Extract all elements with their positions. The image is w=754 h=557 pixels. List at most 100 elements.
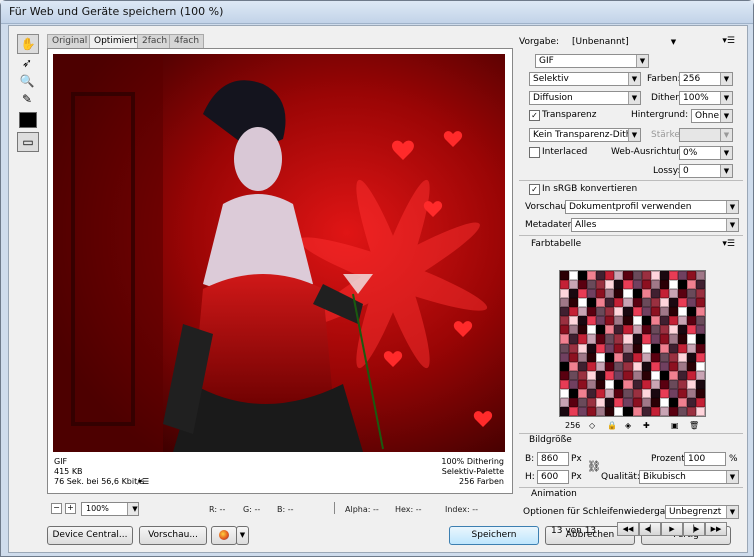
color-swatch[interactable] <box>641 316 651 326</box>
color-swatch[interactable] <box>641 379 651 389</box>
toggle-slices-icon[interactable]: ▭ <box>17 132 39 152</box>
width-input[interactable]: 860 <box>537 452 569 466</box>
color-swatch[interactable] <box>650 298 660 308</box>
color-swatch[interactable] <box>560 325 570 335</box>
color-swatch[interactable] <box>569 379 579 389</box>
color-swatch[interactable] <box>632 352 642 362</box>
preset-select[interactable]: [Unbenannt] ▼ <box>569 36 679 48</box>
color-swatch[interactable] <box>677 316 687 326</box>
color-swatch[interactable] <box>668 280 678 290</box>
color-swatch[interactable] <box>587 406 597 416</box>
color-swatch[interactable] <box>578 316 588 326</box>
color-swatch[interactable] <box>677 325 687 335</box>
color-swatch[interactable] <box>650 388 660 398</box>
color-swatch[interactable] <box>560 406 570 416</box>
color-swatch[interactable] <box>668 307 678 317</box>
color-swatch[interactable] <box>695 280 705 290</box>
color-swatch[interactable] <box>659 379 669 389</box>
color-swatch[interactable] <box>677 334 687 344</box>
color-swatch[interactable] <box>569 289 579 299</box>
color-swatch[interactable] <box>569 325 579 335</box>
color-swatch[interactable] <box>695 352 705 362</box>
color-swatch[interactable] <box>587 316 597 326</box>
matte-select[interactable]: Ohne ▼ <box>691 109 733 123</box>
color-swatch[interactable] <box>632 388 642 398</box>
color-swatch[interactable] <box>677 307 687 317</box>
color-swatch[interactable] <box>569 370 579 380</box>
color-swatch[interactable] <box>668 343 678 353</box>
color-swatch[interactable] <box>668 397 678 407</box>
color-swatch[interactable] <box>695 343 705 353</box>
color-swatch[interactable] <box>677 370 687 380</box>
color-swatch[interactable] <box>587 379 597 389</box>
color-swatch[interactable] <box>686 379 696 389</box>
color-swatch[interactable] <box>605 289 615 299</box>
new-color-icon[interactable]: ▣ <box>671 421 679 430</box>
previous-frame-button[interactable]: ◀▏ <box>639 522 661 536</box>
color-swatch[interactable] <box>686 325 696 335</box>
color-swatch[interactable] <box>695 370 705 380</box>
color-swatch[interactable] <box>587 325 597 335</box>
transparency-dither-select[interactable]: Kein Transparenz-Dither ▼ <box>529 128 641 142</box>
color-swatch[interactable] <box>668 388 678 398</box>
color-swatch[interactable] <box>596 406 606 416</box>
color-swatch[interactable] <box>677 352 687 362</box>
color-swatch[interactable] <box>632 307 642 317</box>
color-swatch[interactable] <box>578 388 588 398</box>
color-swatch[interactable] <box>650 334 660 344</box>
color-swatch[interactable] <box>578 298 588 308</box>
color-swatch[interactable] <box>641 298 651 308</box>
color-swatch[interactable] <box>659 298 669 308</box>
dither-amount[interactable]: 100% ▼ <box>679 91 733 105</box>
color-swatch[interactable] <box>686 289 696 299</box>
next-frame-button[interactable]: ▕▶ <box>683 522 705 536</box>
color-swatch[interactable] <box>587 352 597 362</box>
color-swatch[interactable] <box>686 343 696 353</box>
color-swatch[interactable] <box>668 334 678 344</box>
color-swatch[interactable] <box>650 307 660 317</box>
color-swatch[interactable] <box>641 370 651 380</box>
tab-optimized[interactable]: Optimiert <box>89 34 142 48</box>
color-swatch[interactable] <box>623 307 633 317</box>
color-swatch[interactable] <box>596 307 606 317</box>
color-swatch[interactable] <box>623 370 633 380</box>
color-swatch[interactable] <box>686 406 696 416</box>
color-swatch[interactable] <box>605 316 615 326</box>
color-swatch[interactable] <box>668 298 678 308</box>
color-swatch[interactable] <box>695 325 705 335</box>
color-swatch[interactable] <box>650 406 660 416</box>
color-swatch[interactable] <box>560 370 570 380</box>
color-swatch[interactable] <box>659 370 669 380</box>
color-swatch[interactable] <box>677 343 687 353</box>
color-swatch[interactable] <box>677 397 687 407</box>
color-swatch[interactable] <box>632 280 642 290</box>
color-swatch[interactable] <box>596 388 606 398</box>
color-swatch[interactable] <box>650 280 660 290</box>
color-swatch[interactable] <box>632 298 642 308</box>
color-swatch[interactable] <box>605 361 615 371</box>
color-swatch[interactable] <box>659 397 669 407</box>
color-swatch[interactable] <box>560 352 570 362</box>
color-swatch[interactable] <box>569 298 579 308</box>
color-swatch[interactable] <box>605 298 615 308</box>
color-swatch[interactable] <box>686 352 696 362</box>
color-swatch[interactable] <box>695 316 705 326</box>
colors-select[interactable]: 256 ▼ <box>679 72 733 86</box>
color-swatch[interactable] <box>659 325 669 335</box>
color-swatch[interactable] <box>614 361 624 371</box>
color-swatch[interactable] <box>569 406 579 416</box>
color-swatch[interactable] <box>677 406 687 416</box>
color-swatch[interactable] <box>560 397 570 407</box>
websnap-select[interactable]: 0% ▼ <box>679 146 733 160</box>
color-swatch[interactable] <box>632 325 642 335</box>
color-table-grid[interactable] <box>559 270 706 417</box>
color-table-menu-icon[interactable]: ▾☰ <box>722 239 735 249</box>
color-swatch[interactable] <box>587 334 597 344</box>
color-swatch[interactable] <box>587 397 597 407</box>
color-swatch[interactable] <box>605 379 615 389</box>
color-swatch[interactable] <box>578 343 588 353</box>
color-swatch[interactable] <box>560 316 570 326</box>
dither-algorithm-select[interactable]: Diffusion ▼ <box>529 91 641 105</box>
color-swatch[interactable] <box>695 334 705 344</box>
preset-menu-icon[interactable]: ▾☰ <box>722 36 735 46</box>
